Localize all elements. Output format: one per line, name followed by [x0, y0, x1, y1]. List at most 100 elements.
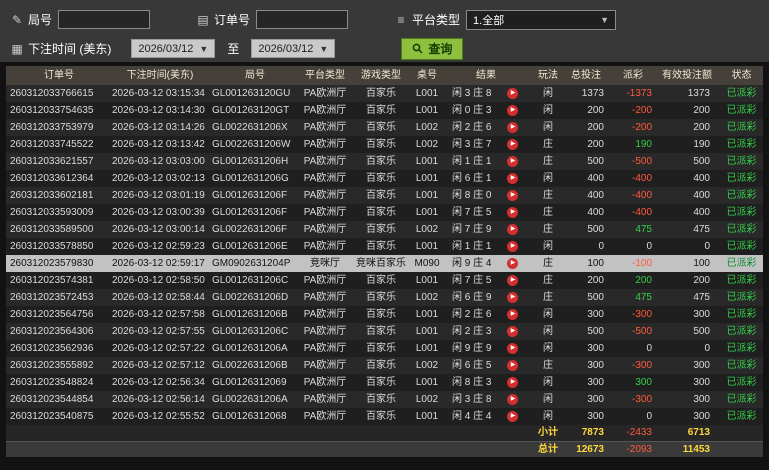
- replay-button[interactable]: ▶: [507, 207, 518, 218]
- cell-time: 2026-03-12 03:14:26: [112, 122, 205, 133]
- cell-bet: 300: [587, 377, 604, 388]
- table-row[interactable]: 260312033745522 2026-03-12 03:13:42 GL0022…: [6, 136, 763, 153]
- cell-table_no: L001: [415, 173, 439, 184]
- replay-button[interactable]: ▶: [507, 258, 518, 269]
- replay-button[interactable]: ▶: [507, 394, 518, 405]
- replay-button[interactable]: ▶: [507, 326, 518, 337]
- bets-table: 订单号 下注时间(美东) 局号 平台类型 游戏类型 桌号 结果 玩法 总投注 派彩 有效投注额 状态 …: [6, 66, 763, 457]
- replay-button[interactable]: ▶: [507, 88, 518, 99]
- cell-table_no: L002: [415, 394, 439, 405]
- cell-platform: PA欧洲厅: [303, 139, 347, 150]
- table-row[interactable]: 260312023564756 2026-03-12 02:57:58 GL0012…: [6, 306, 763, 323]
- table-row[interactable]: 260312033766615 2026-03-12 03:15:34 GL0012…: [6, 85, 763, 102]
- replay-button[interactable]: ▶: [507, 241, 518, 252]
- cell-payout: 300: [635, 377, 652, 388]
- table-row[interactable]: 260312033753979 2026-03-12 03:14:26 GL0022…: [6, 119, 763, 136]
- subtotal-valid: 6713: [687, 427, 710, 438]
- cell-status: 已派彩: [726, 394, 757, 405]
- replay-button[interactable]: ▶: [507, 139, 518, 150]
- table-row[interactable]: 260312033593009 2026-03-12 03:00:39 GL0012…: [6, 204, 763, 221]
- date-to-picker[interactable]: 2026/03/12 ▼: [251, 39, 336, 58]
- cell-platform: PA欧洲厅: [303, 343, 347, 354]
- replay-button[interactable]: ▶: [507, 190, 518, 201]
- date-from-picker[interactable]: 2026/03/12 ▼: [131, 39, 216, 58]
- cell-order: 260312033602181: [10, 190, 94, 201]
- column-header: 结果: [476, 70, 496, 81]
- table-row[interactable]: 260312023555892 2026-03-12 02:57:12 GL0022…: [6, 357, 763, 374]
- cell-round: GL0012631206H: [212, 156, 289, 167]
- table-row[interactable]: 260312033602181 2026-03-12 03:01:19 GL0012…: [6, 187, 763, 204]
- table-row[interactable]: 260312023572453 2026-03-12 02:58:44 GL0022…: [6, 289, 763, 306]
- cell-status: 已派彩: [726, 105, 757, 116]
- chevron-down-icon: ▼: [600, 14, 610, 25]
- replay-button[interactable]: ▶: [507, 360, 518, 371]
- table-row[interactable]: 260312023540875 2026-03-12 02:55:52 GL0012…: [6, 408, 763, 425]
- cell-platform: PA欧洲厅: [303, 224, 347, 235]
- cell-valid: 200: [693, 122, 710, 133]
- cell-status: 已派彩: [726, 360, 757, 371]
- cell-round: GL0022631206A: [212, 394, 288, 405]
- table-row[interactable]: 260312033612364 2026-03-12 03:02:13 GL0012…: [6, 170, 763, 187]
- query-button-label: 查询: [428, 42, 453, 56]
- cell-bet: 300: [587, 360, 604, 371]
- order-number-label: 订单号: [214, 13, 251, 27]
- cell-game: 百家乐: [366, 173, 396, 184]
- replay-button[interactable]: ▶: [507, 292, 518, 303]
- cell-time: 2026-03-12 03:03:00: [112, 156, 205, 167]
- result-text: 闲 3 庄 8: [452, 394, 492, 405]
- replay-button[interactable]: ▶: [507, 122, 518, 133]
- table-row[interactable]: 260312033578850 2026-03-12 02:59:23 GL0012…: [6, 238, 763, 255]
- cell-play: 庄: [543, 190, 553, 201]
- replay-button[interactable]: ▶: [507, 309, 518, 320]
- table-row[interactable]: 260312033754635 2026-03-12 03:14:30 GL0012…: [6, 102, 763, 119]
- cell-payout: -400: [631, 207, 652, 218]
- cell-round: GL001263120GU: [212, 88, 291, 99]
- platform-type-value: 1.全部: [473, 14, 505, 27]
- table-row[interactable]: 260312033621557 2026-03-12 03:03:00 GL0012…: [6, 153, 763, 170]
- result-text: 闲 1 庄 1: [452, 241, 492, 252]
- cell-round: GM0902631204P: [212, 258, 291, 269]
- cell-round: GL0012631206B: [212, 309, 288, 320]
- replay-button[interactable]: ▶: [507, 343, 518, 354]
- cell-round: GL00126312068: [212, 411, 287, 422]
- total-bet: 12673: [576, 444, 604, 455]
- cell-status: 已派彩: [726, 207, 757, 218]
- replay-button[interactable]: ▶: [507, 224, 518, 235]
- table-row[interactable]: 260312023564306 2026-03-12 02:57:55 GL0012…: [6, 323, 763, 340]
- table-row[interactable]: 260312023544854 2026-03-12 02:56:14 GL0022…: [6, 391, 763, 408]
- query-button[interactable]: 查询: [401, 37, 464, 60]
- cell-play: 庄: [543, 224, 553, 235]
- replay-button[interactable]: ▶: [507, 411, 518, 422]
- result-text: 闲 8 庄 3: [452, 377, 492, 388]
- order-number-input[interactable]: [256, 10, 349, 29]
- cell-result: 闲 7 庄 5 ▶: [444, 272, 528, 289]
- replay-button[interactable]: ▶: [507, 156, 518, 167]
- table-row[interactable]: 260312023548824 2026-03-12 02:56:34 GL0012…: [6, 374, 763, 391]
- cell-game: 百家乐: [366, 224, 396, 235]
- result-text: 闲 7 庄 5: [452, 207, 492, 218]
- cell-time: 2026-03-12 02:59:17: [112, 258, 205, 269]
- cell-payout: 475: [635, 224, 652, 235]
- replay-button[interactable]: ▶: [507, 105, 518, 116]
- cell-order: 260312023548824: [10, 377, 94, 388]
- replay-button[interactable]: ▶: [507, 173, 518, 184]
- replay-button[interactable]: ▶: [507, 275, 518, 286]
- cell-time: 2026-03-12 03:13:42: [112, 139, 205, 150]
- total-label: 总计: [538, 444, 558, 455]
- table-row[interactable]: 260312023579830 2026-03-12 02:59:17 GM0902…: [6, 255, 763, 272]
- platform-type-select[interactable]: 1.全部 ▼: [466, 9, 617, 30]
- table-row[interactable]: 260312023562936 2026-03-12 02:57:22 GL0012…: [6, 340, 763, 357]
- cell-result: 闲 6 庄 1 ▶: [444, 170, 528, 187]
- table-row[interactable]: 260312023574381 2026-03-12 02:58:50 GL0012…: [6, 272, 763, 289]
- cell-valid: 200: [693, 275, 710, 286]
- cell-valid: 300: [693, 309, 710, 320]
- cell-result: 闲 4 庄 4 ▶: [444, 408, 528, 425]
- cell-game: 百家乐: [366, 411, 396, 422]
- replay-button[interactable]: ▶: [507, 377, 518, 388]
- cell-order: 260312033745522: [10, 139, 94, 150]
- cell-game: 百家乐: [366, 241, 396, 252]
- round-number-input[interactable]: [58, 10, 151, 29]
- table-row[interactable]: 260312033589500 2026-03-12 03:00:14 GL0022…: [6, 221, 763, 238]
- cell-round: GL0022631206B: [212, 360, 288, 371]
- cell-result: 闲 2 庄 6 ▶: [444, 119, 528, 136]
